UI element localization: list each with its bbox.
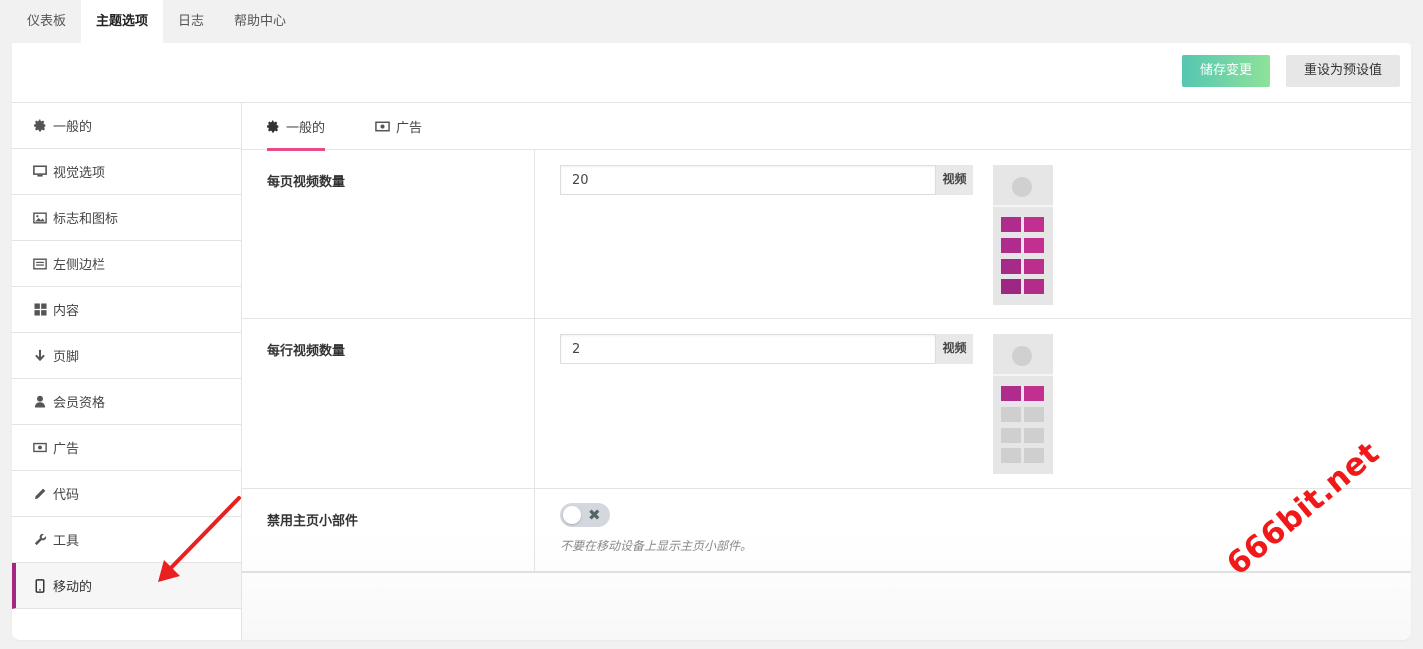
sidebar-item-left-sidebar[interactable]: 左侧边栏 (12, 241, 241, 287)
preview-cell (1024, 386, 1044, 401)
preview-cell (1001, 259, 1021, 274)
sidebar-item-general[interactable]: 一般的 (12, 103, 241, 149)
tab-dashboard[interactable]: 仪表板 (12, 0, 81, 43)
disable-widgets-toggle[interactable]: ✖ (560, 503, 610, 527)
preview-cell (1001, 386, 1021, 401)
arrow-down-icon (33, 349, 47, 363)
videos-per-page-input[interactable] (560, 165, 936, 195)
reset-defaults-button[interactable]: 重设为预设值 (1286, 55, 1400, 87)
top-tab-bar: 仪表板 主题选项 日志 帮助中心 (12, 0, 301, 43)
toggle-knob (563, 506, 581, 524)
preview-avatar (1012, 346, 1032, 366)
preview-cell (1001, 217, 1021, 232)
wrench-icon (33, 533, 47, 547)
preview-cell (1001, 448, 1021, 463)
preview-cell (1024, 428, 1044, 443)
gear-icon (267, 120, 280, 133)
sidebar-item-label: 标志和图标 (53, 212, 119, 227)
sub-tab-ads[interactable]: 广告 (375, 103, 422, 150)
desktop-icon (33, 165, 47, 179)
preview-cell (1001, 279, 1021, 294)
sidebar-item-label: 一般的 (53, 120, 93, 135)
tab-help-center[interactable]: 帮助中心 (219, 0, 301, 43)
setting-row-videos-per-row: 每行视频数量 视频 (242, 319, 1411, 489)
tab-theme-options[interactable]: 主题选项 (81, 0, 164, 43)
sidebar-item-membership[interactable]: 会员资格 (12, 379, 241, 425)
preview-cell (1024, 217, 1044, 232)
setting-hint: 不要在移动设备上显示主页小部件。 (560, 539, 753, 553)
annotation-arrow-icon (158, 496, 241, 582)
sub-tab-label: 广告 (396, 121, 423, 136)
preview-cell (1024, 259, 1044, 274)
sidebar-item-ads[interactable]: 广告 (12, 425, 241, 471)
list-icon (33, 257, 47, 271)
preview-cell (1024, 407, 1044, 422)
money-icon (375, 121, 390, 132)
sidebar-item-content[interactable]: 内容 (12, 287, 241, 333)
videos-per-row-field-group: 视频 (560, 334, 973, 364)
setting-label: 禁用主页小部件 (242, 489, 535, 571)
sidebar-item-label: 广告 (53, 442, 80, 457)
image-icon (33, 211, 47, 225)
layout-preview-page (993, 165, 1053, 305)
input-addon-unit: 视频 (936, 334, 973, 364)
save-changes-button[interactable]: 储存变更 (1182, 55, 1270, 87)
setting-row-videos-per-page: 每页视频数量 视频 (242, 150, 1411, 319)
sidebar-item-logo-icons[interactable]: 标志和图标 (12, 195, 241, 241)
pencil-icon (33, 487, 47, 501)
sidebar-item-label: 移动的 (53, 580, 93, 595)
sub-tab-label: 一般的 (286, 121, 326, 136)
preview-divider (993, 374, 1053, 376)
sidebar-item-label: 内容 (53, 304, 80, 319)
gear-icon (33, 119, 47, 133)
preview-avatar (1012, 177, 1032, 197)
sub-tab-general[interactable]: 一般的 (267, 103, 326, 151)
sidebar-item-label: 页脚 (53, 350, 80, 365)
preview-divider (993, 205, 1053, 207)
sidebar-item-footer[interactable]: 页脚 (12, 333, 241, 379)
panel-header: 储存变更 重设为预设值 (12, 43, 1411, 103)
setting-label: 每页视频数量 (242, 150, 535, 318)
preview-cell (1001, 407, 1021, 422)
videos-per-page-field-group: 视频 (560, 165, 973, 195)
preview-cell (1024, 238, 1044, 253)
tab-log[interactable]: 日志 (163, 0, 219, 43)
sidebar-item-label: 会员资格 (53, 396, 106, 411)
preview-cell (1001, 238, 1021, 253)
close-icon: ✖ (588, 506, 601, 524)
mobile-icon (33, 578, 47, 593)
layout-preview-row (993, 334, 1053, 474)
sidebar-item-label: 视觉选项 (53, 166, 106, 181)
setting-label: 每行视频数量 (242, 319, 535, 488)
sidebar-item-label: 左侧边栏 (53, 258, 106, 273)
input-addon-unit: 视频 (936, 165, 973, 195)
grid-icon (33, 303, 47, 317)
sidebar-item-label: 工具 (53, 534, 80, 549)
preview-cell (1001, 428, 1021, 443)
preview-cell (1024, 448, 1044, 463)
videos-per-row-input[interactable] (560, 334, 936, 364)
money-icon (33, 441, 47, 455)
user-icon (33, 395, 47, 409)
preview-cell (1024, 279, 1044, 294)
sidebar-item-label: 代码 (53, 488, 80, 503)
sidebar-item-visual-options[interactable]: 视觉选项 (12, 149, 241, 195)
sub-tab-bar: 一般的 广告 (242, 103, 1411, 151)
